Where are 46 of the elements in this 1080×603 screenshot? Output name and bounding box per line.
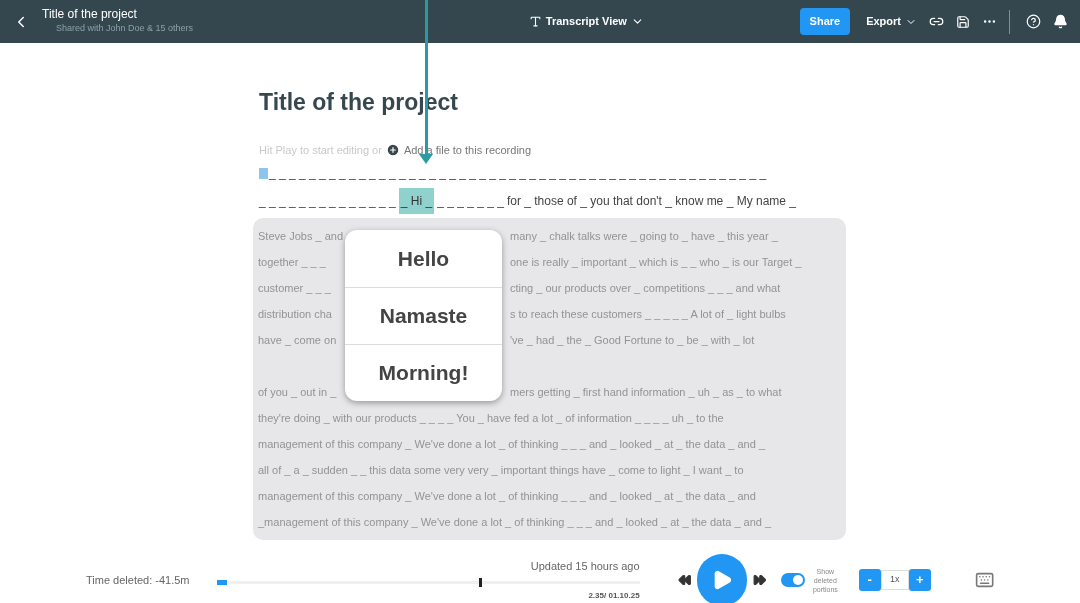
suggestion-option[interactable]: Namaste xyxy=(345,287,502,344)
deleted-text: together _ _ _ xyxy=(258,255,326,268)
transcript-text: for _ those of _ you that don't _ know me _ My name _ xyxy=(506,193,796,210)
add-icon xyxy=(385,142,400,157)
placeholder-dashes: _ _ _ _ _ _ _ _ _ _ _ _ _ _ _ _ _ _ _ _ _ _ _ _ _ _ _ _ _ _ _ _ _ _ _ _ _ _ _ _ _ _ _ _ _ _ _ _ _ _ xyxy=(269,165,767,182)
view-dropdown[interactable]: Transcript View xyxy=(528,13,644,30)
fast-forward-icon[interactable] xyxy=(753,573,767,587)
deleted-text: distribution cha xyxy=(258,307,332,320)
save-icon[interactable] xyxy=(956,14,970,29)
keyboard-icon[interactable] xyxy=(974,570,994,590)
export-dropdown[interactable]: Export xyxy=(866,13,917,30)
help-icon[interactable] xyxy=(1026,14,1041,29)
deleted-text: s to reach these customers _ _ _ _ _ A lot of _ light bulbs xyxy=(510,306,786,322)
deleted-text: customer _ _ _ xyxy=(258,281,331,294)
deleted-text: mers getting _ first hand information _ uh _ as _ to what xyxy=(510,384,782,400)
deleted-text: of you _ out in _ xyxy=(258,385,337,398)
deleted-text: have _ come on xyxy=(258,333,337,346)
share-info: Shared with John Doe & 15 others xyxy=(55,22,194,36)
deleted-text: one is really _ important _ which is _ _ who _ is our Target _ xyxy=(510,254,802,270)
deleted-text: management of this company _ We've done a lot _ of thinking _ _ _ and _ looked _ at _ the data _ and _ xyxy=(258,436,766,452)
text-icon xyxy=(528,15,542,28)
notifications-icon[interactable] xyxy=(1053,14,1068,29)
rewind-icon[interactable] xyxy=(677,573,692,587)
deleted-text: _management of this company _ We've done a lot _ of thinking _ _ _ and _ looked _ at _ the data _ and _ xyxy=(258,514,772,530)
speed-field[interactable]: 1x xyxy=(880,570,909,590)
deleted-text: management of this company _ We've done a lot _ of thinking _ _ _ and _ looked _ at _ the data _ and xyxy=(258,488,756,504)
deleted-marker xyxy=(217,579,228,585)
toggle-switch[interactable] xyxy=(780,573,805,587)
deleted-text: 've _ had _ the _ Good Fortune to _ be _ with _ lot xyxy=(510,332,755,348)
deleted-text: cting _ our products over _ competitions _ _ _ and what xyxy=(510,280,781,296)
deleted-text: many _ chalk talks were _ going to _ have _ this year _ xyxy=(510,228,778,244)
highlighted-word[interactable]: _ Hi _ xyxy=(398,188,435,214)
suggestion-option[interactable]: Hello xyxy=(345,230,502,287)
time-deleted: Time deleted: -41.5m xyxy=(86,572,191,588)
project-title: Title of the project xyxy=(42,7,138,23)
placeholder-dashes: _ _ _ _ _ _ _ xyxy=(437,193,504,210)
placeholder-dashes: _ _ _ _ _ _ _ _ _ _ _ _ _ _ xyxy=(259,193,396,210)
playhead[interactable] xyxy=(479,577,483,587)
playback-position: 2.35/ 01.10.25 xyxy=(588,589,640,602)
deleted-text: Steve Jobs _ and xyxy=(258,229,343,242)
deleted-text: all of _ a _ sudden _ _ this data some very very _ important things have _ come to light _ I want _ to xyxy=(258,462,744,478)
updated-text: Updated 15 hours ago xyxy=(530,559,640,575)
suggestion-option[interactable]: Morning! xyxy=(345,344,502,401)
cursor-marker xyxy=(259,167,268,179)
play-button[interactable] xyxy=(697,554,748,603)
deleted-text: they're doing _ with our products _ _ _ _ You _ have fed a lot _ of information _ _ _ _ uh _ to the xyxy=(258,410,724,426)
